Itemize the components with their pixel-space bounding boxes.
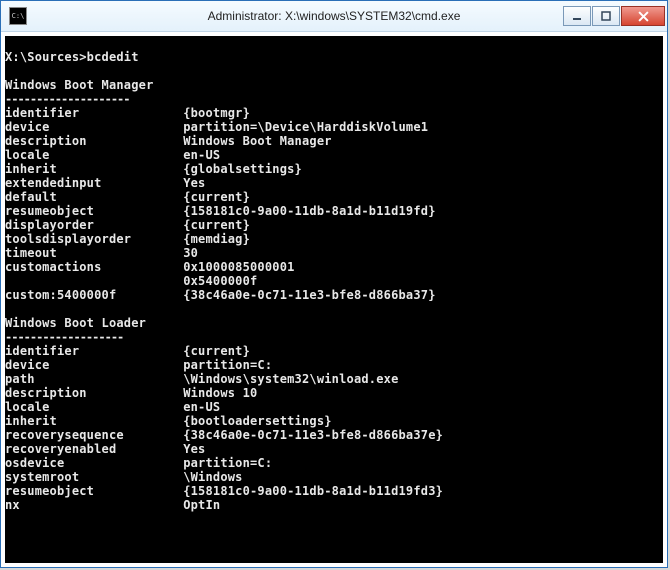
section-title-loader: Windows Boot Loader (5, 316, 146, 330)
window-controls (562, 6, 665, 26)
console-output[interactable]: X:\Sources>bcdedit Windows Boot Manager … (5, 36, 663, 563)
cmd-icon: C:\ (9, 7, 27, 25)
close-button[interactable] (621, 6, 665, 26)
client-area: X:\Sources>bcdedit Windows Boot Manager … (1, 32, 667, 567)
prompt-command: bcdedit (87, 50, 139, 64)
manager-rows: identifier {bootmgr} device partition=\D… (5, 106, 663, 302)
section-underline: -------------------- (5, 92, 130, 106)
minimize-button[interactable] (563, 6, 591, 26)
section-underline: ------------------- (5, 330, 123, 344)
loader-rows: identifier {current} device partition=C:… (5, 344, 663, 512)
titlebar[interactable]: C:\ Administrator: X:\windows\SYSTEM32\c… (1, 1, 667, 32)
prompt-path: X:\Sources> (5, 50, 87, 64)
cmd-window: C:\ Administrator: X:\windows\SYSTEM32\c… (0, 0, 668, 568)
maximize-button[interactable] (592, 6, 620, 26)
window-title: Administrator: X:\windows\SYSTEM32\cmd.e… (208, 9, 461, 23)
section-title-manager: Windows Boot Manager (5, 78, 154, 92)
